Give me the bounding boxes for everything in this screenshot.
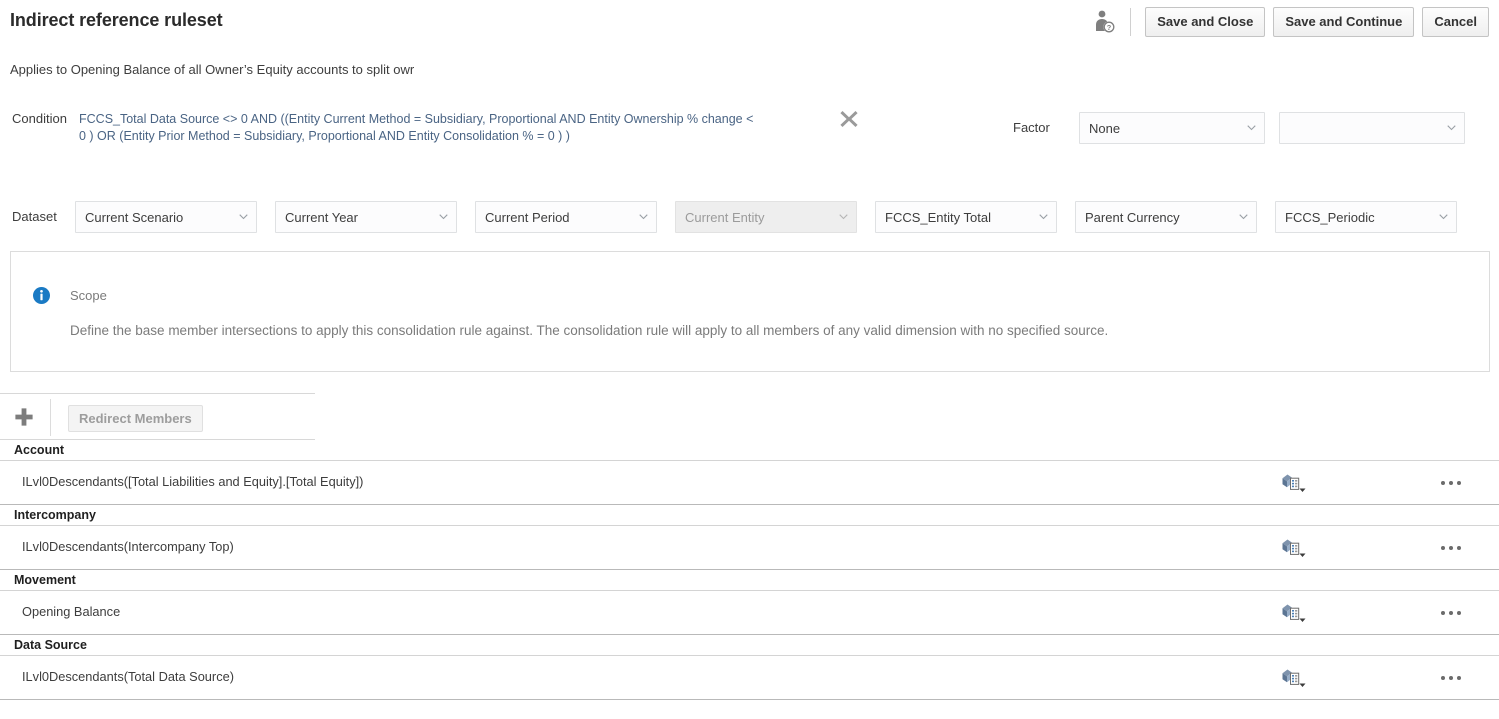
- header-divider: [1130, 8, 1131, 36]
- chevron-down-icon: [239, 214, 248, 220]
- dataset-entity-value: Current Entity: [685, 210, 764, 225]
- cancel-button[interactable]: Cancel: [1422, 7, 1489, 37]
- dataset-currency-value: Parent Currency: [1085, 210, 1180, 225]
- member-expression: Opening Balance: [22, 604, 120, 619]
- dataset-period-value: Current Period: [485, 210, 570, 225]
- chevron-down-icon: [1239, 214, 1248, 220]
- group-header-movement: Movement: [0, 570, 1499, 591]
- info-icon: [33, 287, 50, 304]
- member-expression: ILvl0Descendants([Total Liabilities and …: [22, 474, 363, 489]
- table-row[interactable]: ILvl0Descendants(Total Data Source): [0, 656, 1499, 700]
- dataset-year-value: Current Year: [285, 210, 358, 225]
- chevron-down-icon: [1247, 125, 1256, 131]
- row-actions-icon[interactable]: [1441, 605, 1471, 621]
- row-actions-icon[interactable]: [1441, 540, 1471, 556]
- member-selector-icon[interactable]: [1281, 668, 1309, 688]
- dataset-label: Dataset: [12, 209, 57, 224]
- scope-title: Scope: [70, 288, 107, 303]
- condition-expression[interactable]: FCCS_Total Data Source <> 0 AND ((Entity…: [79, 111, 854, 145]
- chevron-down-icon: [439, 214, 448, 220]
- member-selector-icon[interactable]: [1281, 603, 1309, 623]
- dataset-period-select[interactable]: Current Period: [475, 201, 657, 233]
- dataset-view-value: FCCS_Periodic: [1285, 210, 1375, 225]
- factor-primary-value: None: [1089, 121, 1120, 136]
- ruleset-description: Applies to Opening Balance of all Owner’…: [10, 62, 414, 77]
- group-header-account: Account: [0, 440, 1499, 461]
- row-actions-icon[interactable]: [1441, 475, 1471, 491]
- dataset-scenario-value: Current Scenario: [85, 210, 183, 225]
- redirect-members-button: Redirect Members: [68, 405, 203, 432]
- save-and-continue-button[interactable]: Save and Continue: [1273, 7, 1414, 37]
- member-expression: ILvl0Descendants(Intercompany Top): [22, 539, 234, 554]
- toolbar-divider: [50, 399, 51, 436]
- group-header-data-source: Data Source: [0, 635, 1499, 656]
- condition-line-2: 0 ) OR (Entity Prior Method = Subsidiary…: [79, 128, 854, 145]
- group-header-intercompany: Intercompany: [0, 505, 1499, 526]
- svg-text:?: ?: [1107, 23, 1112, 32]
- close-x-icon[interactable]: [838, 108, 860, 130]
- dataset-entity-select: Current Entity: [675, 201, 857, 233]
- header-actions: ? Save and Close Save and Continue Cance…: [1092, 7, 1489, 37]
- chevron-down-icon: [1039, 214, 1048, 220]
- dataset-currency-select[interactable]: Parent Currency: [1075, 201, 1257, 233]
- condition-label: Condition: [12, 111, 67, 126]
- chevron-down-icon: [1447, 125, 1456, 131]
- member-selector-icon[interactable]: [1281, 473, 1309, 493]
- condition-line-1: FCCS_Total Data Source <> 0 AND ((Entity…: [79, 112, 753, 126]
- factor-secondary-select[interactable]: [1279, 112, 1465, 144]
- member-selector-icon[interactable]: [1281, 538, 1309, 558]
- scope-panel: Scope Define the base member intersectio…: [10, 251, 1490, 372]
- plus-icon[interactable]: [12, 405, 36, 429]
- factor-label: Factor: [1013, 120, 1050, 135]
- dataset-scenario-select[interactable]: Current Scenario: [75, 201, 257, 233]
- chevron-down-icon: [639, 214, 648, 220]
- condition-row: Condition FCCS_Total Data Source <> 0 AN…: [0, 108, 1499, 158]
- members-toolbar: Redirect Members: [0, 393, 315, 440]
- dataset-year-select[interactable]: Current Year: [275, 201, 457, 233]
- page-title: Indirect reference ruleset: [10, 10, 223, 31]
- factor-primary-select[interactable]: None: [1079, 112, 1265, 144]
- table-row[interactable]: ILvl0Descendants(Intercompany Top): [0, 526, 1499, 570]
- scope-description: Define the base member intersections to …: [70, 323, 1108, 338]
- save-and-close-button[interactable]: Save and Close: [1145, 7, 1265, 37]
- dataset-consolidation-select[interactable]: FCCS_Entity Total: [875, 201, 1057, 233]
- dataset-consolidation-value: FCCS_Entity Total: [885, 210, 991, 225]
- dataset-view-select[interactable]: FCCS_Periodic: [1275, 201, 1457, 233]
- table-row[interactable]: Opening Balance: [0, 591, 1499, 635]
- page-header: Indirect reference ruleset ? Save and Cl…: [0, 0, 1499, 52]
- chevron-down-icon: [1439, 214, 1448, 220]
- chevron-down-icon: [839, 214, 848, 220]
- user-help-icon[interactable]: ?: [1092, 8, 1118, 36]
- row-actions-icon[interactable]: [1441, 670, 1471, 686]
- scope-members-table: Account ILvl0Descendants([Total Liabilit…: [0, 440, 1499, 700]
- member-expression: ILvl0Descendants(Total Data Source): [22, 669, 234, 684]
- table-row[interactable]: ILvl0Descendants([Total Liabilities and …: [0, 461, 1499, 505]
